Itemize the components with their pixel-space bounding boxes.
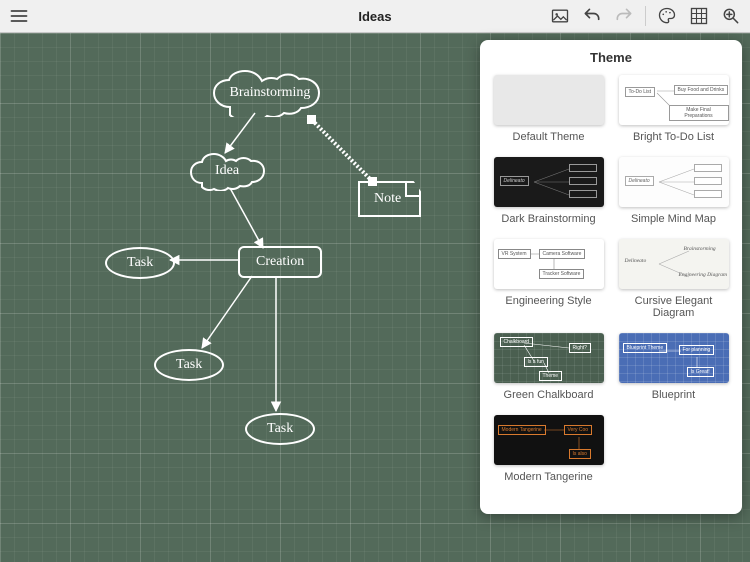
node-creation[interactable]: Creation <box>238 246 322 278</box>
node-label: Idea <box>215 163 239 179</box>
theme-thumbnail <box>494 75 604 125</box>
node-idea[interactable]: Idea <box>188 151 266 191</box>
theme-default[interactable]: Default Theme <box>492 75 605 143</box>
theme-thumbnail: Modern Tangerine Very Coo Is also <box>494 415 604 465</box>
theme-bright-todo[interactable]: To-Do List Buy Food and Drinks Make Fina… <box>617 75 730 143</box>
node-label: Task <box>176 357 202 373</box>
theme-thumbnail: VR System Camera Software Tracker Softwa… <box>494 239 604 289</box>
theme-thumbnail: Chalkboard Right? Is a fun Theme <box>494 333 604 383</box>
undo-icon[interactable] <box>581 5 603 27</box>
theme-thumbnail: Blueprint Theme For planning Is Great! <box>619 333 729 383</box>
theme-dark[interactable]: Delineato Dark Brainstorming <box>492 157 605 225</box>
theme-label: Modern Tangerine <box>492 471 605 483</box>
theme-label: Green Chalkboard <box>492 389 605 401</box>
node-label: Brainstorming <box>230 85 311 101</box>
node-note[interactable]: Note <box>358 181 421 217</box>
theme-label: Blueprint <box>617 389 730 401</box>
node-label: Creation <box>256 254 304 270</box>
theme-cursive[interactable]: Delineato Brainstorming Engineering Diag… <box>617 239 730 319</box>
theme-panel: Theme Default Theme To-Do List Buy Food … <box>480 40 742 514</box>
grid-icon[interactable] <box>688 5 710 27</box>
node-task-1[interactable]: Task <box>105 247 175 279</box>
node-label: Task <box>127 255 153 271</box>
image-icon[interactable] <box>549 5 571 27</box>
node-label: Task <box>267 421 293 437</box>
toolbar: Ideas <box>0 0 750 33</box>
theme-thumbnail: Delineato <box>619 157 729 207</box>
menu-icon[interactable] <box>8 5 30 27</box>
theme-thumbnail: To-Do List Buy Food and Drinks Make Fina… <box>619 75 729 125</box>
theme-icon[interactable] <box>656 5 678 27</box>
theme-label: Simple Mind Map <box>617 213 730 225</box>
theme-label: Default Theme <box>492 131 605 143</box>
theme-label: Dark Brainstorming <box>492 213 605 225</box>
theme-thumbnail: Delineato Brainstorming Engineering Diag… <box>619 239 729 289</box>
node-brainstorming[interactable]: Brainstorming <box>210 69 330 117</box>
node-label: Note <box>374 191 401 206</box>
node-task-3[interactable]: Task <box>245 413 315 445</box>
zoom-icon[interactable] <box>720 5 742 27</box>
theme-label: Cursive Elegant Diagram <box>617 295 730 319</box>
redo-icon[interactable] <box>613 5 635 27</box>
theme-label: Engineering Style <box>492 295 605 307</box>
theme-tangerine[interactable]: Modern Tangerine Very Coo Is also Modern… <box>492 415 605 483</box>
toolbar-separator <box>645 6 646 26</box>
node-task-2[interactable]: Task <box>154 349 224 381</box>
theme-simple[interactable]: Delineato Simple Mind Map <box>617 157 730 225</box>
theme-green-chalkboard[interactable]: Chalkboard Right? Is a fun Theme Green C… <box>492 333 605 401</box>
theme-engineering[interactable]: VR System Camera Software Tracker Softwa… <box>492 239 605 319</box>
panel-title: Theme <box>492 50 730 65</box>
theme-blueprint[interactable]: Blueprint Theme For planning Is Great! B… <box>617 333 730 401</box>
theme-label: Bright To-Do List <box>617 131 730 143</box>
theme-thumbnail: Delineato <box>494 157 604 207</box>
